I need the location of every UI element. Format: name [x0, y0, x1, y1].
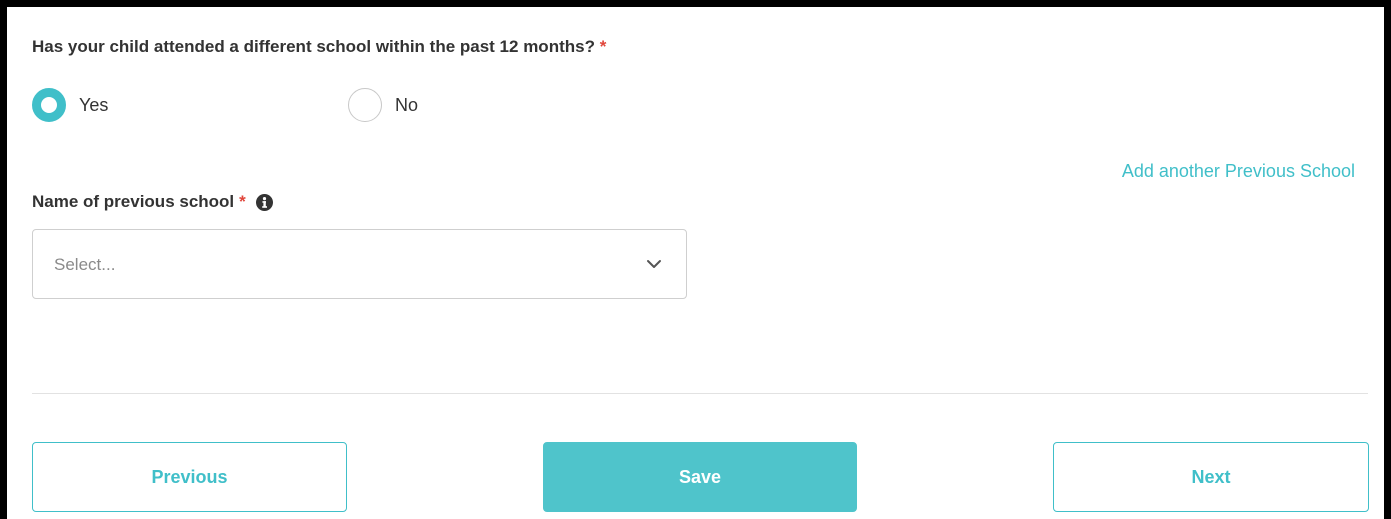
- chevron-down-icon[interactable]: [646, 258, 662, 270]
- info-circle-icon[interactable]: [255, 193, 273, 211]
- section-divider: [32, 393, 1368, 394]
- previous-school-label-text: Name of previous school: [32, 192, 235, 211]
- required-marker: *: [239, 192, 246, 211]
- select-placeholder: Select...: [54, 255, 116, 274]
- required-marker: *: [599, 37, 607, 56]
- previous-school-select[interactable]: Select...: [32, 229, 687, 299]
- radio-option-no[interactable]: No: [348, 87, 418, 123]
- next-button[interactable]: Next: [1053, 442, 1369, 512]
- add-another-previous-school-link[interactable]: Add another Previous School: [1122, 161, 1355, 182]
- save-button[interactable]: Save: [543, 442, 857, 512]
- school-history-question: Has your child attended a different scho…: [32, 37, 606, 57]
- radio-selected-icon[interactable]: [32, 88, 66, 122]
- radio-label-no: No: [395, 94, 419, 115]
- form-panel: Has your child attended a different scho…: [0, 0, 1391, 519]
- radio-unselected-icon[interactable]: [348, 88, 382, 122]
- question-text: Has your child attended a different scho…: [32, 37, 595, 56]
- previous-school-field-label: Name of previous school *: [32, 192, 273, 212]
- radio-option-yes[interactable]: Yes: [32, 87, 108, 123]
- previous-button[interactable]: Previous: [32, 442, 347, 512]
- radio-label-yes: Yes: [79, 94, 109, 115]
